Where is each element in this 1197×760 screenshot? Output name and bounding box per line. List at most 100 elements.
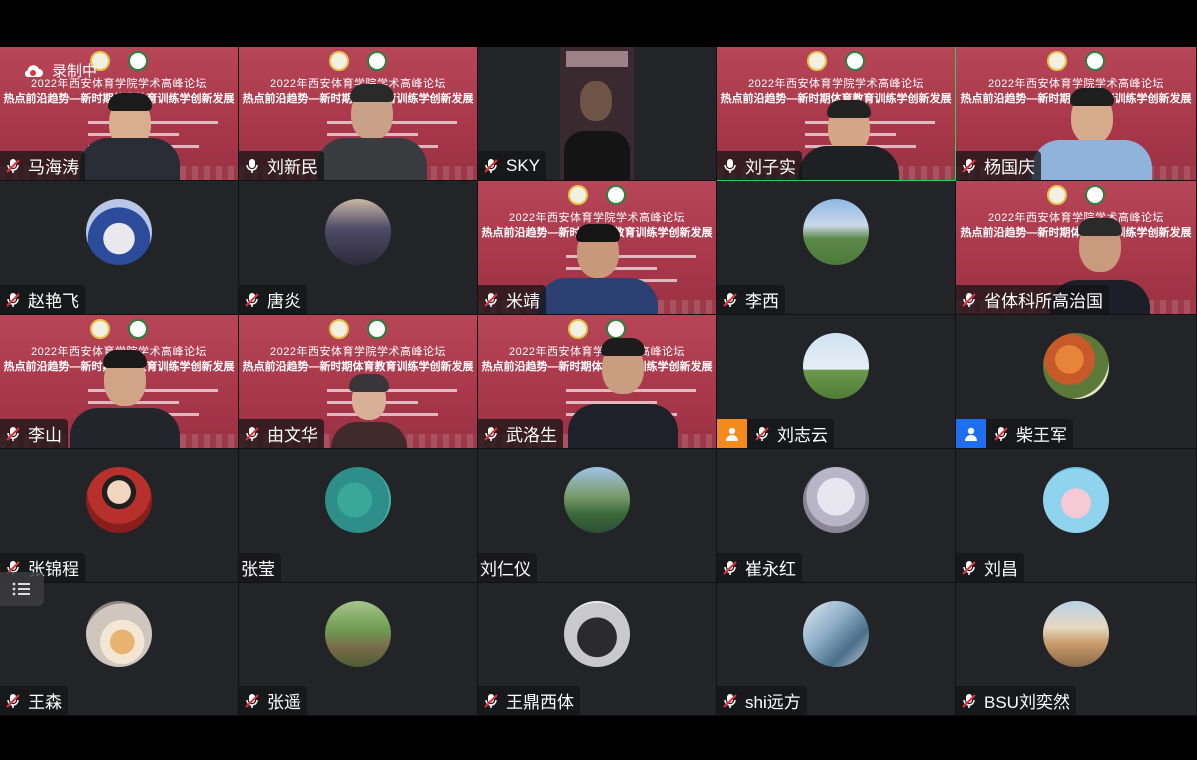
mic-muted-icon[interactable] xyxy=(482,692,500,710)
banner-title: 2022年西安体育学院学术高峰论坛 xyxy=(509,212,685,224)
participant-tile[interactable]: 2022年西安体育学院学术高峰论坛 热点前沿趋势—新时期体育教育训练学创新发展 … xyxy=(239,47,478,181)
name-label: 刘仁仪 xyxy=(478,553,537,582)
participant-tile[interactable]: SKY xyxy=(478,47,717,181)
participant-tile[interactable]: 唐炎 xyxy=(239,181,478,315)
participant-video xyxy=(1032,88,1152,180)
name-label: 由文华 xyxy=(239,419,324,448)
mic-muted-icon[interactable] xyxy=(992,425,1010,443)
name-label: 王森 xyxy=(0,686,68,715)
participant-name: 张遥 xyxy=(267,693,301,712)
profile-avatar xyxy=(803,199,869,265)
participant-name: 刘新民 xyxy=(267,158,318,177)
blue-user-icon xyxy=(956,419,986,448)
mic-muted-icon[interactable] xyxy=(960,559,978,577)
participant-tile[interactable]: 2022年西安体育学院学术高峰论坛 热点前沿趋势—新时期体育教育训练学创新发展 … xyxy=(478,315,717,449)
banner-subtitle: 热点前沿趋势—新时期体育教育训练学创新发展 xyxy=(242,361,474,373)
participant-tile[interactable]: BSU刘奕然 xyxy=(956,583,1197,716)
participant-name: 米靖 xyxy=(506,292,540,311)
name-label: 刘昌 xyxy=(956,553,1024,582)
mic-muted-icon[interactable] xyxy=(243,692,261,710)
participant-tile[interactable]: 2022年西安体育学院学术高峰论坛 热点前沿趋势—新时期体育教育训练学创新发展 … xyxy=(0,315,239,449)
mic-muted-icon[interactable] xyxy=(243,425,261,443)
profile-avatar xyxy=(1043,601,1109,667)
cloud-recording-icon xyxy=(22,63,44,79)
participant-tile[interactable]: 刘志云 xyxy=(717,315,956,449)
mic-muted-icon[interactable] xyxy=(4,157,22,175)
name-label: 唐炎 xyxy=(239,285,307,314)
participant-tile[interactable]: 柴王军 xyxy=(956,315,1197,449)
participant-tile[interactable]: 2022年西安体育学院学术高峰论坛 热点前沿趋势—新时期体育教育训练学创新发展 … xyxy=(478,181,717,315)
participant-name: 王森 xyxy=(28,693,62,712)
mic-muted-icon[interactable] xyxy=(753,425,771,443)
participant-grid: 2022年西安体育学院学术高峰论坛 热点前沿趋势—新时期体育教育训练学创新发展 … xyxy=(0,47,1197,716)
participant-tile[interactable]: 刘仁仪 xyxy=(478,449,717,583)
mic-muted-icon[interactable] xyxy=(4,291,22,309)
participant-name: 赵艳飞 xyxy=(28,292,79,311)
mic-muted-icon[interactable] xyxy=(960,157,978,175)
participant-tile[interactable]: 王鼎西体 xyxy=(478,583,717,716)
name-label: 马海涛 xyxy=(0,151,85,180)
profile-avatar xyxy=(803,333,869,399)
participant-name: 柴王军 xyxy=(1016,426,1067,445)
mic-icon[interactable] xyxy=(243,157,261,175)
profile-avatar xyxy=(1043,333,1109,399)
participant-tile[interactable]: 赵艳飞 xyxy=(0,181,239,315)
participant-tile[interactable]: 张遥 xyxy=(239,583,478,716)
participant-tile[interactable]: 2022年西安体育学院学术高峰论坛 热点前沿趋势—新时期体育教育训练学创新发展 … xyxy=(956,47,1197,181)
participant-tile[interactable]: 2022年西安体育学院学术高峰论坛 热点前沿趋势—新时期体育教育训练学创新发展 … xyxy=(239,315,478,449)
top-bar xyxy=(0,0,1197,47)
recording-label: 录制中 xyxy=(52,63,98,80)
participant-tile[interactable]: shi远方 xyxy=(717,583,956,716)
participant-name: 马海涛 xyxy=(28,158,79,177)
name-label: 杨国庆 xyxy=(956,151,1041,180)
participant-tile-active-speaker[interactable]: 2022年西安体育学院学术高峰论坛 热点前沿趋势—新时期体育教育训练学创新发展 … xyxy=(717,47,956,181)
profile-avatar xyxy=(86,601,152,667)
participant-name: 崔永红 xyxy=(745,560,796,579)
mic-muted-icon[interactable] xyxy=(721,291,739,309)
participant-tile[interactable]: 张莹 xyxy=(239,449,478,583)
name-label: 李西 xyxy=(717,285,785,314)
participant-name: 武洛生 xyxy=(506,426,557,445)
participant-tile[interactable]: 李西 xyxy=(717,181,956,315)
name-label: 省体科所高治国 xyxy=(956,285,1109,314)
profile-avatar xyxy=(325,601,391,667)
mic-muted-icon[interactable] xyxy=(243,291,261,309)
participant-name: SKY xyxy=(506,155,541,175)
mic-muted-icon[interactable] xyxy=(482,425,500,443)
participant-video xyxy=(560,47,634,180)
participant-name: 李山 xyxy=(28,426,62,445)
mic-icon[interactable] xyxy=(721,157,739,175)
name-label: SKY xyxy=(478,151,547,180)
participant-name: BSU刘奕然 xyxy=(984,693,1070,712)
mic-muted-icon[interactable] xyxy=(960,692,978,710)
mic-muted-icon[interactable] xyxy=(721,692,739,710)
participant-name: 刘仁仪 xyxy=(480,560,531,579)
mic-muted-icon[interactable] xyxy=(4,692,22,710)
participant-name: 王鼎西体 xyxy=(506,693,574,712)
participant-name: 杨国庆 xyxy=(984,158,1035,177)
name-label: 赵艳飞 xyxy=(0,285,85,314)
profile-avatar xyxy=(564,601,630,667)
profile-avatar xyxy=(86,467,152,533)
participant-tile[interactable]: 崔永红 xyxy=(717,449,956,583)
banner-title: 2022年西安体育学院学术高峰论坛 xyxy=(270,346,446,358)
mic-muted-icon[interactable] xyxy=(482,157,500,175)
participant-video xyxy=(331,374,407,448)
name-label: 刘新民 xyxy=(239,151,324,180)
participant-name: shi远方 xyxy=(745,693,801,712)
profile-avatar xyxy=(803,601,869,667)
participant-name: 刘子实 xyxy=(745,158,796,177)
participant-tile[interactable]: 刘昌 xyxy=(956,449,1197,583)
participant-video xyxy=(317,78,427,180)
participant-video xyxy=(799,100,899,180)
mic-muted-icon[interactable] xyxy=(4,425,22,443)
mic-muted-icon[interactable] xyxy=(960,291,978,309)
recording-indicator[interactable]: 录制中 xyxy=(22,60,97,81)
participant-video xyxy=(70,350,180,448)
mic-muted-icon[interactable] xyxy=(721,559,739,577)
participant-tile[interactable]: 2022年西安体育学院学术高峰论坛 热点前沿趋势—新时期体育教育训练学创新发展 … xyxy=(956,181,1197,315)
mic-muted-icon[interactable] xyxy=(482,291,500,309)
participant-list-toggle[interactable] xyxy=(0,572,44,606)
participant-tile[interactable]: 张锦程 xyxy=(0,449,239,583)
orange-user-icon xyxy=(717,419,747,448)
